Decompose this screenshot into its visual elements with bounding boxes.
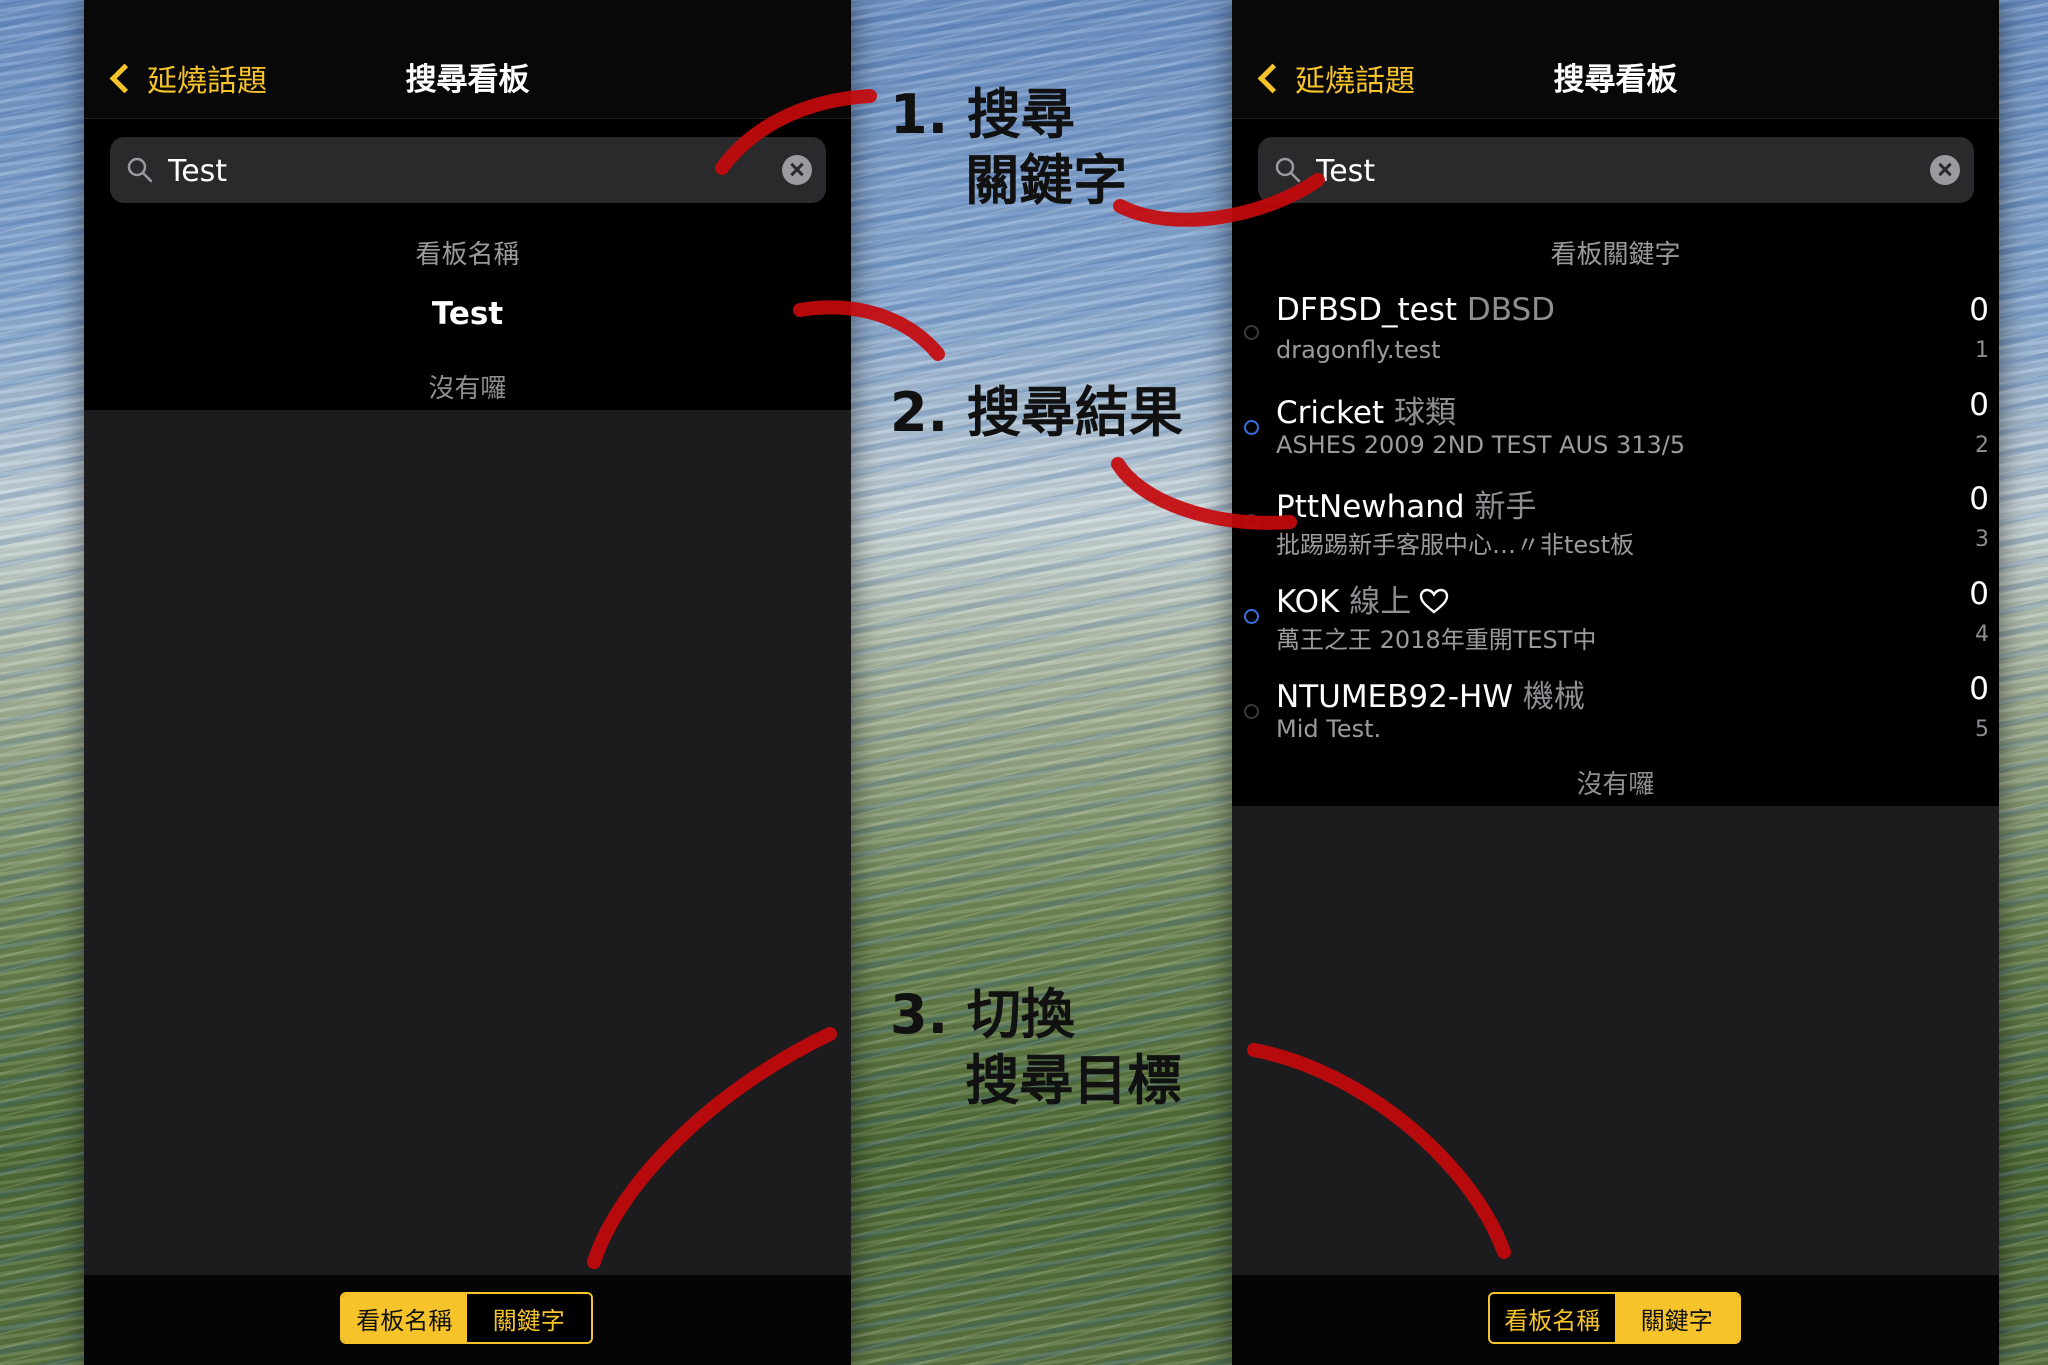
board-row[interactable]: DFBSD_test DBSD dragonfly.test 0 1 [1232, 292, 1999, 386]
annotation-step1: 1. 搜尋 關鍵字 [890, 83, 1128, 212]
search-input[interactable] [1314, 147, 1898, 195]
section-header: 看板名稱 [415, 240, 520, 270]
empty-list-area [84, 410, 851, 1275]
segment-keyword[interactable]: 關鍵字 [1614, 1294, 1739, 1342]
empty-text: 沒有囉 [428, 374, 507, 404]
annotation-step3: 3. 切換 搜尋目標 [890, 983, 1182, 1112]
board-name: Cricket [1276, 395, 1385, 431]
board-title: Cricket 球類 [1276, 387, 1456, 432]
bottom-toolbar: 看板名稱 關鍵字 [84, 1275, 851, 1365]
board-description: dragonfly.test [1276, 336, 1441, 364]
board-title: NTUMEB92-HW 機械 [1276, 671, 1585, 716]
board-name: KOK [1276, 584, 1340, 620]
search-icon [127, 157, 153, 183]
board-category: 球類 [1393, 395, 1456, 431]
segment-board-name[interactable]: 看板名稱 [342, 1294, 467, 1342]
page-title: 搜尋看板 [1553, 62, 1678, 98]
board-category: 線上 [1349, 584, 1412, 620]
empty-list-area [1232, 806, 1999, 1275]
board-row[interactable]: NTUMEB92-HW 機械 Mid Test. 0 5 [1232, 671, 1999, 765]
board-count: 0 [1969, 481, 1989, 517]
unread-dot [1244, 420, 1259, 435]
board-row[interactable]: PttNewhand 新手 批踢踢新手客服中心…〃非test板 0 3 [1232, 481, 1999, 575]
board-index: 2 [1975, 433, 1989, 458]
board-index: 4 [1975, 622, 1989, 647]
board-description: ASHES 2009 2ND TEST AUS 313/5 [1276, 431, 1686, 459]
board-name: DFBSD_test [1276, 292, 1458, 328]
unread-dot [1244, 609, 1259, 624]
board-name: PttNewhand [1276, 489, 1465, 525]
board-category: 機械 [1522, 679, 1585, 715]
board-count: 0 [1969, 576, 1989, 612]
board-description: 萬王之王 2018年重開TEST中 [1276, 626, 1597, 654]
board-title: KOK 線上 [1276, 576, 1449, 621]
search-target-segmented-control: 看板名稱 關鍵字 [340, 1292, 593, 1344]
clear-icon[interactable] [1930, 155, 1960, 185]
board-row[interactable]: KOK 線上 萬王之王 2018年重開TEST中 0 4 [1232, 576, 1999, 670]
board-description: 批踢踢新手客服中心…〃非test板 [1276, 531, 1635, 559]
annotation-step2: 2. 搜尋結果 [890, 381, 1183, 444]
search-target-segmented-control: 看板名稱 關鍵字 [1488, 1292, 1741, 1344]
board-name: NTUMEB92-HW [1276, 679, 1514, 715]
search-bar [110, 137, 826, 203]
section-header: 看板關鍵字 [1550, 240, 1681, 270]
board-result-item[interactable]: Test [84, 296, 851, 332]
board-index: 1 [1975, 338, 1989, 363]
search-input[interactable] [166, 147, 750, 195]
search-bar [1258, 137, 1974, 203]
left-screen: 延燒話題 搜尋看板 看板名稱 Test 沒有囉 看板名稱 關鍵字 [84, 0, 851, 1365]
nav-bar: 延燒話題 搜尋看板 [84, 0, 851, 119]
right-screen: 延燒話題 搜尋看板 看板關鍵字 DFBSD_test DBSD dragonfl… [1232, 0, 1999, 1365]
unread-dot [1244, 514, 1259, 529]
unread-dot [1244, 704, 1259, 719]
unread-dot [1244, 325, 1259, 340]
board-title: PttNewhand 新手 [1276, 481, 1536, 526]
segment-keyword[interactable]: 關鍵字 [466, 1294, 591, 1342]
segment-board-name[interactable]: 看板名稱 [1490, 1294, 1615, 1342]
board-category: DBSD [1466, 292, 1556, 328]
board-count: 0 [1969, 671, 1989, 707]
board-index: 5 [1975, 717, 1989, 742]
heart-outline-icon [1420, 588, 1449, 614]
board-row[interactable]: Cricket 球類 ASHES 2009 2ND TEST AUS 313/5… [1232, 387, 1999, 481]
board-category: 新手 [1474, 489, 1537, 525]
page-title: 搜尋看板 [405, 62, 530, 98]
search-icon [1275, 157, 1301, 183]
board-count: 0 [1969, 387, 1989, 423]
board-index: 3 [1975, 527, 1989, 552]
board-title: DFBSD_test DBSD [1276, 292, 1555, 328]
board-description: Mid Test. [1276, 715, 1382, 743]
empty-text: 沒有囉 [1576, 770, 1655, 800]
nav-bar: 延燒話題 搜尋看板 [1232, 0, 1999, 119]
bottom-toolbar: 看板名稱 關鍵字 [1232, 1275, 1999, 1365]
clear-icon[interactable] [782, 155, 812, 185]
board-count: 0 [1969, 292, 1989, 328]
